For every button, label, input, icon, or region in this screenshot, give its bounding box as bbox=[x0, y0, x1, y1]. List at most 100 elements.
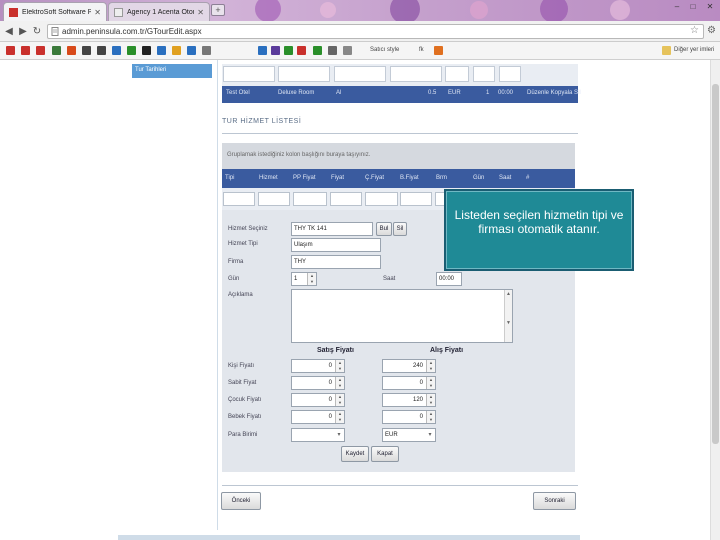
bookmark-icon[interactable] bbox=[112, 46, 121, 55]
spinner-arrows-icon[interactable]: ▲ ▼ bbox=[335, 394, 344, 406]
bookmark-icon[interactable] bbox=[284, 46, 293, 55]
minimize-button[interactable]: – bbox=[670, 1, 684, 14]
filter-cell[interactable] bbox=[365, 192, 398, 206]
chevron-down-icon[interactable]: ▾ bbox=[334, 429, 344, 441]
column-header[interactable]: B.Fiyat bbox=[400, 175, 419, 181]
spinner-arrows-icon[interactable]: ▲ ▼ bbox=[426, 377, 435, 389]
group-panel[interactable]: Gruplamak istediğiniz kolon başlığını bu… bbox=[222, 143, 575, 169]
column-header[interactable]: Tipi bbox=[225, 175, 234, 181]
tab-agency[interactable]: Agency 1 Acenta Otomasy ✕ bbox=[108, 2, 210, 21]
scroll-up-icon[interactable]: ▲ bbox=[506, 291, 511, 297]
service-type-field[interactable]: Ulaşım bbox=[291, 238, 381, 252]
row-actions[interactable]: Düzenle Kopyala Sil bbox=[527, 90, 581, 96]
sale-price-field[interactable]: 0 ▲ ▼ bbox=[291, 376, 345, 390]
column-header[interactable]: Gün bbox=[473, 175, 484, 181]
close-tab-icon[interactable]: ✕ bbox=[197, 8, 204, 17]
wrench-icon[interactable]: ⚙ bbox=[707, 25, 716, 36]
filter-cell[interactable] bbox=[278, 66, 330, 82]
filter-cell[interactable] bbox=[334, 66, 386, 82]
filter-cell[interactable] bbox=[330, 192, 362, 206]
bookmark-icon[interactable] bbox=[343, 46, 352, 55]
delete-button[interactable]: Sil bbox=[393, 222, 407, 236]
spinner-arrows-icon[interactable]: ▲ ▼ bbox=[426, 411, 435, 423]
bookmark-icon[interactable] bbox=[187, 46, 196, 55]
page-scrollbar[interactable] bbox=[710, 60, 720, 540]
filter-cell[interactable] bbox=[258, 192, 290, 206]
next-button[interactable]: Sonraki bbox=[533, 492, 576, 510]
service-select-input[interactable]: THY TK 141 bbox=[291, 222, 373, 236]
bookmark-icon[interactable] bbox=[36, 46, 45, 55]
scroll-down-icon[interactable]: ▼ bbox=[506, 320, 511, 326]
filter-cell[interactable] bbox=[445, 66, 469, 82]
bookmark-label[interactable]: fk bbox=[419, 47, 424, 53]
bookmark-icon[interactable] bbox=[202, 46, 211, 55]
filter-cell[interactable] bbox=[390, 66, 442, 82]
close-button[interactable]: Kapat bbox=[371, 446, 399, 462]
bookmark-icon[interactable] bbox=[82, 46, 91, 55]
scrollbar-thumb[interactable] bbox=[712, 84, 719, 444]
bookmark-icon[interactable] bbox=[172, 46, 181, 55]
bookmark-label[interactable]: Satıcı style bbox=[370, 47, 399, 53]
bookmark-icon[interactable] bbox=[313, 46, 322, 55]
bookmark-icon[interactable] bbox=[434, 46, 443, 55]
reload-icon[interactable]: ↻ bbox=[31, 25, 43, 38]
filter-cell[interactable] bbox=[400, 192, 432, 206]
bookmark-icon[interactable] bbox=[258, 46, 267, 55]
bookmark-icon[interactable] bbox=[328, 46, 337, 55]
find-button[interactable]: Bul bbox=[376, 222, 392, 236]
spinner-arrows-icon[interactable]: ▲ ▼ bbox=[335, 411, 344, 423]
back-arrow-icon[interactable]: ◀ bbox=[3, 25, 15, 38]
column-header[interactable]: PP Fiyat bbox=[293, 175, 316, 181]
day-stepper[interactable]: 1 ▲ ▼ bbox=[291, 272, 317, 286]
bookmark-icon[interactable] bbox=[142, 46, 151, 55]
top-grid-row[interactable]: Test Otel Deluxe Room Al 0.5 EUR 1 00:00… bbox=[222, 86, 581, 103]
bookmark-icon[interactable] bbox=[157, 46, 166, 55]
spinner-arrows-icon[interactable]: ▲ ▼ bbox=[335, 377, 344, 389]
maximize-button[interactable]: □ bbox=[686, 1, 700, 14]
spinner-arrows-icon[interactable]: ▲ ▼ bbox=[426, 394, 435, 406]
company-field[interactable]: THY bbox=[291, 255, 381, 269]
close-tab-icon[interactable]: ✕ bbox=[94, 8, 101, 17]
column-header[interactable]: # bbox=[526, 175, 529, 181]
address-bar[interactable]: admin.peninsula.com.tr/GTourEdit.aspx bbox=[47, 24, 704, 39]
time-field[interactable]: 00:00 bbox=[436, 272, 462, 286]
sale-price-field[interactable]: 0 ▲ ▼ bbox=[291, 393, 345, 407]
column-header[interactable]: Hizmet bbox=[259, 175, 278, 181]
filter-cell[interactable] bbox=[473, 66, 495, 82]
bookmark-icon[interactable] bbox=[6, 46, 15, 55]
sale-price-field[interactable]: 0 ▲ ▼ bbox=[291, 410, 345, 424]
filter-cell[interactable] bbox=[499, 66, 521, 82]
tab-mail[interactable]: ElektroSoft Software Posta ✕ bbox=[3, 2, 107, 21]
filter-cell[interactable] bbox=[223, 66, 275, 82]
column-header[interactable]: Fiyat bbox=[331, 175, 344, 181]
buy-price-field[interactable]: 240 ▲ ▼ bbox=[382, 359, 436, 373]
chevron-down-icon[interactable]: ▾ bbox=[425, 429, 435, 441]
filter-cell[interactable] bbox=[293, 192, 327, 206]
spinner-arrows-icon[interactable]: ▲ ▼ bbox=[307, 273, 316, 285]
sidebar-item-tour-dates[interactable]: Tur Tarihleri bbox=[132, 64, 212, 78]
column-header[interactable]: Brm bbox=[436, 175, 447, 181]
bookmark-icon[interactable] bbox=[21, 46, 30, 55]
new-tab-button[interactable]: + bbox=[211, 4, 225, 16]
previous-button[interactable]: Önceki bbox=[221, 492, 261, 510]
buy-currency-select[interactable]: EUR ▾ bbox=[382, 428, 436, 442]
bookmark-icon[interactable] bbox=[67, 46, 76, 55]
bookmark-icon[interactable] bbox=[297, 46, 306, 55]
textarea-scrollbar[interactable]: ▲ ▼ bbox=[504, 290, 512, 342]
bookmark-icon[interactable] bbox=[52, 46, 61, 55]
buy-price-field[interactable]: 0 ▲ ▼ bbox=[382, 410, 436, 424]
bookmark-star-icon[interactable]: ☆ bbox=[690, 25, 699, 36]
column-header[interactable]: Saat bbox=[499, 175, 511, 181]
bookmark-icon[interactable] bbox=[271, 46, 280, 55]
other-bookmarks[interactable]: Diğer yer imleri bbox=[674, 47, 714, 53]
spinner-arrows-icon[interactable]: ▲ ▼ bbox=[335, 360, 344, 372]
forward-arrow-icon[interactable]: ▶ bbox=[17, 25, 29, 38]
bookmark-icon[interactable] bbox=[127, 46, 136, 55]
close-window-button[interactable]: ✕ bbox=[703, 1, 717, 14]
column-header[interactable]: Ç.Fiyat bbox=[365, 175, 384, 181]
sale-price-field[interactable]: 0 ▲ ▼ bbox=[291, 359, 345, 373]
buy-price-field[interactable]: 120 ▲ ▼ bbox=[382, 393, 436, 407]
filter-cell[interactable] bbox=[223, 192, 255, 206]
spinner-arrows-icon[interactable]: ▲ ▼ bbox=[426, 360, 435, 372]
buy-price-field[interactable]: 0 ▲ ▼ bbox=[382, 376, 436, 390]
